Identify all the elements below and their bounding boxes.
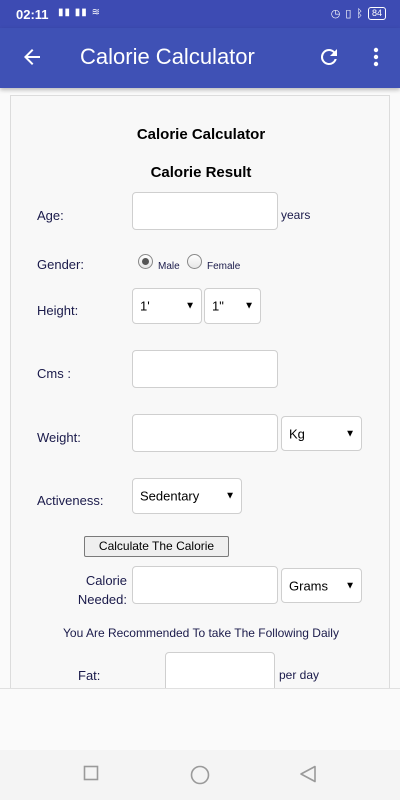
height-feet-value: 1' [140,298,150,314]
calorie-needed-input[interactable] [132,566,278,604]
cms-label: Cms : [37,366,71,381]
calorie-needed-label-line2: Needed: [77,592,127,607]
alarm-icon: ◷ [330,8,341,20]
gender-female-radio[interactable] [187,254,202,269]
height-inches-value: 1" [212,298,224,314]
status-icons: ◷ ▯ ᛒ 84 [331,7,386,20]
activeness-select[interactable]: Sedentary ▼ [132,478,242,514]
system-nav-bar [0,750,400,800]
weight-label: Weight: [37,430,81,445]
chevron-down-icon: ▼ [185,300,195,312]
height-label: Height: [37,303,79,318]
chevron-down-icon: ▼ [225,490,235,502]
battery-icon: 84 [367,7,386,20]
form-heading: Calorie Calculator [136,126,266,143]
gender-male-radio[interactable] [138,254,153,269]
recommendation-text: You Are Recommended To take The Followin… [63,626,339,640]
calorie-needed-label-line1: Calorie [85,573,127,588]
gender-label: Gender: [37,257,84,272]
cms-input[interactable] [132,350,278,388]
age-unit: years [281,208,311,222]
gender-female-label: Female [207,261,241,272]
recent-apps-icon[interactable] [83,765,99,781]
vibrate-icon: ▯ [345,8,352,20]
height-inches-select[interactable]: 1" ▼ [204,288,261,324]
fat-unit: per day [279,668,320,682]
activeness-value: Sedentary [140,488,200,504]
activeness-label: Activeness: [37,493,104,508]
refresh-icon[interactable] [317,45,341,69]
weight-unit-value: Kg [289,426,305,441]
fat-label: Fat: [78,668,101,683]
calorie-unit-select[interactable]: Grams ▼ [281,568,362,603]
status-time: 02:11 [16,7,49,22]
app-bar: Calorie Calculator [0,28,400,88]
weight-unit-select[interactable]: Kg ▼ [281,416,362,451]
weight-input[interactable] [132,414,278,452]
status-bar: 02:11 ▮▮ ▮▮ ≋ ◷ ▯ ᛒ 84 [0,0,400,28]
age-label: Age: [37,208,64,223]
result-heading: Calorie Result [150,164,252,181]
back-arrow-icon[interactable] [20,45,44,69]
back-nav-icon[interactable] [299,765,317,783]
bluetooth-icon: ᛒ [356,7,363,20]
home-icon[interactable] [189,765,211,785]
more-options-icon[interactable] [368,45,384,69]
chevron-down-icon: ▼ [345,580,355,591]
height-feet-select[interactable]: 1' ▼ [132,288,202,324]
age-input[interactable] [132,192,278,230]
chevron-down-icon: ▼ [345,428,355,439]
signal-icon: ▮▮ ▮▮ ≋ [58,7,101,18]
app-title: Calorie Calculator [80,44,255,69]
gender-male-label: Male [158,261,180,272]
calorie-unit-value: Grams [289,578,328,593]
calculate-button[interactable]: Calculate The Calorie [84,536,229,557]
chevron-down-icon: ▼ [244,300,254,312]
calculator-card: Calorie Calculator Calorie Result Age: y… [10,95,390,695]
ad-banner-area [0,688,400,750]
